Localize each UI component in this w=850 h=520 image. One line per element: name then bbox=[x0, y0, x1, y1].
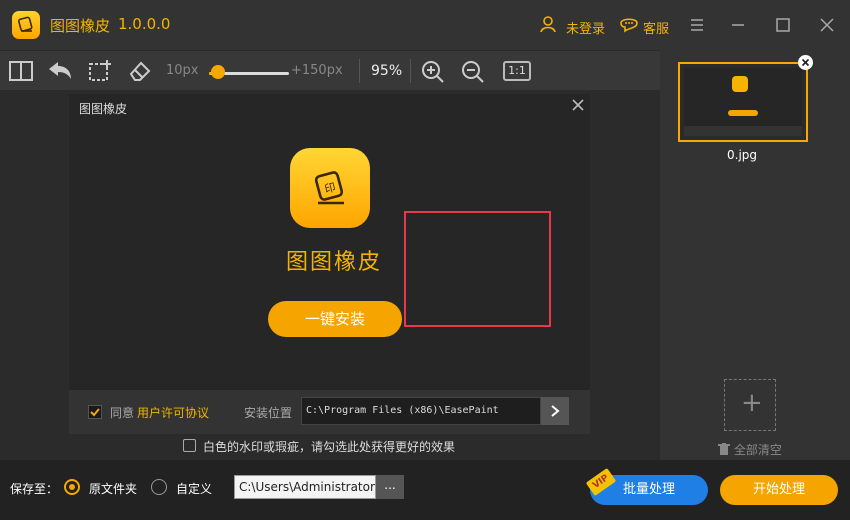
save-original-folder-label[interactable]: 原文件夹 bbox=[89, 480, 137, 497]
user-icon[interactable] bbox=[539, 15, 557, 33]
undo-icon[interactable] bbox=[47, 59, 73, 83]
bottom-bar: 保存至： 原文件夹 自定义 C:\Users\Administrator ...… bbox=[0, 460, 850, 520]
toolbar-divider bbox=[359, 59, 360, 83]
install-location-browse-button bbox=[541, 397, 569, 425]
toolbar: 10px +150px 95% 1:1 bbox=[0, 50, 660, 90]
toolbar-divider bbox=[410, 59, 411, 83]
dialog-title: 图图橡皮 bbox=[79, 102, 128, 116]
clear-all-button[interactable]: 全部清空 bbox=[718, 441, 782, 458]
install-location-label: 安装位置 bbox=[244, 406, 293, 420]
check-icon bbox=[90, 408, 100, 417]
add-icon: + bbox=[741, 388, 763, 418]
start-process-button[interactable]: 开始处理 bbox=[720, 475, 838, 505]
product-name: 图图橡皮 bbox=[286, 250, 383, 275]
brush-max-label: +150px bbox=[291, 63, 343, 78]
agree-checkbox bbox=[88, 405, 102, 419]
thumbnail-preview bbox=[684, 68, 802, 136]
app-logo-icon bbox=[12, 11, 40, 39]
browse-path-button[interactable]: ... bbox=[376, 475, 404, 499]
license-agreement-link: 用户许可协议 bbox=[137, 406, 210, 420]
watermark-option-label[interactable]: 白色的水印或瑕疵，请勾选此处获得更好的效果 bbox=[203, 438, 455, 455]
image-thumbnail[interactable] bbox=[678, 62, 808, 142]
thumbnail-footer-shape bbox=[684, 126, 802, 136]
trash-icon bbox=[718, 443, 730, 455]
app-version: 1.0.0.0 bbox=[118, 15, 171, 33]
one-click-install-button: 一键安装 bbox=[268, 301, 402, 337]
dialog-footer: 同意 用户许可协议 安装位置 C:\Program Files (x86)\Ea… bbox=[69, 390, 590, 434]
rect-select-icon[interactable] bbox=[87, 59, 113, 83]
output-path-field[interactable]: C:\Users\Administrator bbox=[234, 475, 376, 499]
brush-size-slider-handle[interactable] bbox=[211, 65, 226, 79]
menu-icon[interactable] bbox=[686, 14, 708, 36]
agree-label: 同意 bbox=[110, 406, 135, 420]
product-logo-icon: 印 bbox=[290, 148, 370, 228]
actual-size-button[interactable]: 1:1 bbox=[503, 61, 531, 81]
add-image-button[interactable]: + bbox=[724, 379, 776, 431]
install-location-field: C:\Program Files (x86)\EasePaint bbox=[301, 397, 541, 425]
close-icon bbox=[801, 58, 810, 67]
customer-service-link[interactable]: 客服 bbox=[643, 18, 669, 37]
brush-min-label: 10px bbox=[166, 63, 199, 78]
zoom-level: 95% bbox=[371, 63, 403, 79]
dialog-close-icon bbox=[572, 99, 584, 111]
title-bar: 图图橡皮 1.0.0.0 未登录 客服 bbox=[0, 0, 850, 50]
save-custom-folder-radio[interactable] bbox=[151, 479, 167, 495]
minimize-icon[interactable] bbox=[727, 14, 749, 36]
svg-text:印: 印 bbox=[323, 181, 337, 196]
remove-thumbnail-button[interactable] bbox=[798, 55, 813, 70]
thumbnail-logo-icon bbox=[732, 76, 748, 92]
maximize-icon[interactable] bbox=[772, 14, 794, 36]
watermark-option-checkbox[interactable] bbox=[183, 439, 196, 452]
zoom-out-icon[interactable] bbox=[460, 59, 486, 83]
selection-rectangle[interactable] bbox=[404, 211, 551, 327]
thumbnail-filename: 0.jpg bbox=[727, 148, 758, 162]
image-list-panel: 0.jpg + 全部清空 bbox=[660, 50, 850, 460]
app-title: 图图橡皮 bbox=[50, 17, 111, 35]
save-custom-folder-label[interactable]: 自定义 bbox=[176, 480, 212, 497]
close-icon[interactable] bbox=[816, 14, 838, 36]
image-canvas[interactable]: 图图橡皮 印 图图橡皮 一键安装 同意 用户许可协议 安装位置 C:\Progr… bbox=[0, 90, 660, 460]
thumbnail-button-shape bbox=[728, 110, 758, 116]
customer-service-icon[interactable] bbox=[619, 15, 639, 33]
compare-view-icon[interactable] bbox=[8, 59, 34, 83]
zoom-in-icon[interactable] bbox=[420, 59, 446, 83]
chevron-right-icon bbox=[551, 405, 560, 417]
save-original-folder-radio[interactable] bbox=[64, 479, 80, 495]
clear-all-label: 全部清空 bbox=[733, 443, 782, 457]
login-link[interactable]: 未登录 bbox=[566, 18, 605, 37]
eraser-icon[interactable] bbox=[127, 59, 153, 83]
save-to-label: 保存至： bbox=[10, 482, 59, 496]
